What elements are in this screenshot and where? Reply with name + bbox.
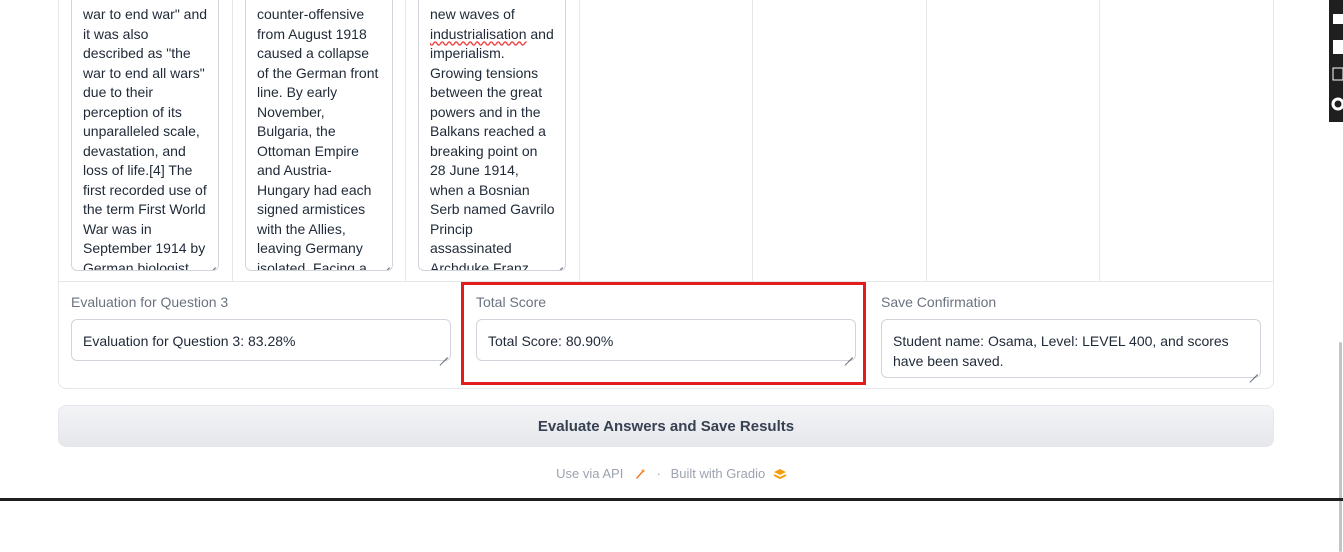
answer-text-1: war to end war" and it was also describe… bbox=[83, 6, 208, 271]
built-with-gradio-link[interactable]: Built with Gradio bbox=[671, 466, 766, 481]
use-via-api-link[interactable]: Use via API bbox=[556, 466, 623, 481]
column-divider bbox=[232, 0, 233, 281]
evaluate-and-save-button[interactable]: Evaluate Answers and Save Results bbox=[58, 405, 1274, 447]
column-divider bbox=[926, 0, 927, 281]
total-score-label: Total Score bbox=[476, 294, 547, 310]
footer: Use via API · Built with Gradio bbox=[0, 465, 1343, 481]
footer-separator: · bbox=[656, 466, 661, 482]
gear-icon[interactable] bbox=[1331, 97, 1343, 111]
column-divider bbox=[752, 0, 753, 281]
answer-text-3-start: new waves of bbox=[430, 6, 515, 22]
gradio-logo-icon bbox=[769, 466, 787, 481]
resize-handle-icon[interactable] bbox=[843, 348, 853, 358]
square-icon[interactable] bbox=[1333, 14, 1343, 24]
resize-handle-icon[interactable] bbox=[553, 258, 563, 268]
resize-handle-icon[interactable] bbox=[380, 258, 390, 268]
answer-textarea-3[interactable]: new waves of industrialisation and imper… bbox=[418, 0, 566, 271]
scrollbar-thumb[interactable] bbox=[1339, 342, 1342, 552]
eval-q3-value: Evaluation for Question 3: 83.28% bbox=[83, 333, 296, 349]
resize-handle-icon[interactable] bbox=[1248, 365, 1258, 375]
answer-textarea-1[interactable]: war to end war" and it was also describe… bbox=[71, 0, 219, 271]
eval-q3-label: Evaluation for Question 3 bbox=[71, 294, 229, 310]
square-icon[interactable] bbox=[1333, 40, 1343, 54]
answer-text-3: new waves of industrialisation and imper… bbox=[430, 5, 555, 271]
row-divider bbox=[58, 281, 1274, 282]
save-confirmation-label: Save Confirmation bbox=[881, 294, 997, 310]
resize-handle-icon[interactable] bbox=[438, 348, 448, 358]
total-score-textbox[interactable]: Total Score: 80.90% bbox=[476, 319, 856, 361]
side-toolbar bbox=[1329, 0, 1343, 122]
save-confirmation-value: Student name: Osama, Level: LEVEL 400, a… bbox=[893, 333, 1229, 369]
answer-text-3-rest: and imperialism. Growing tensions betwee… bbox=[430, 25, 555, 271]
column-divider bbox=[405, 0, 406, 281]
rocket-icon bbox=[627, 466, 651, 481]
answer-text-2: counter-offensive from August 1918 cause… bbox=[257, 6, 379, 271]
eval-q3-textbox[interactable]: Evaluation for Question 3: 83.28% bbox=[71, 319, 451, 361]
total-score-value: Total Score: 80.90% bbox=[488, 333, 614, 349]
toolbar-icons bbox=[1331, 14, 1343, 111]
scrollbar[interactable] bbox=[1329, 122, 1343, 552]
column-divider bbox=[1099, 0, 1100, 281]
column-divider bbox=[579, 0, 580, 281]
spellcheck-flagged-word: industrialisation bbox=[430, 25, 527, 42]
save-confirmation-textbox[interactable]: Student name: Osama, Level: LEVEL 400, a… bbox=[881, 319, 1261, 378]
square-outline-icon[interactable] bbox=[1332, 67, 1343, 81]
resize-handle-icon[interactable] bbox=[206, 258, 216, 268]
answer-textarea-2[interactable]: counter-offensive from August 1918 cause… bbox=[245, 0, 393, 271]
